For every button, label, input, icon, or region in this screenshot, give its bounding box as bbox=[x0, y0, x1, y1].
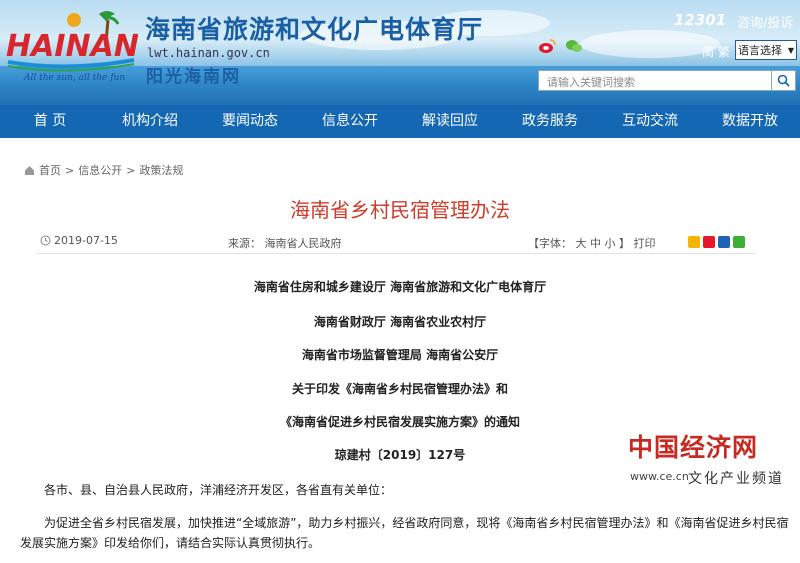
wechat-icon[interactable] bbox=[565, 38, 583, 54]
nav-item-open-data[interactable]: 数据开放 bbox=[700, 105, 800, 138]
clock-icon bbox=[40, 235, 51, 246]
search-button[interactable] bbox=[772, 70, 796, 91]
font-size-options[interactable]: 大 中 小 bbox=[576, 237, 616, 250]
wechat-share-icon[interactable] bbox=[733, 236, 745, 248]
weibo-share-icon[interactable] bbox=[703, 236, 715, 248]
source-label: 来源： bbox=[228, 237, 261, 250]
main-nav: 首 页 机构介绍 要闻动态 信息公开 解读回应 政务服务 互动交流 数据开放 bbox=[0, 105, 800, 138]
svg-text:All the sun, all the fun: All the sun, all the fun bbox=[23, 73, 125, 83]
print-link[interactable]: 打印 bbox=[634, 237, 656, 250]
svg-text:HAINAN: HAINAN bbox=[6, 29, 138, 64]
issuer-line-2: 海南省财政厅 海南省农业农村厅 bbox=[313, 315, 487, 329]
article-recipients: 各市、县、自治县人民政府，洋浦经济开发区，各省直有关单位： bbox=[44, 483, 393, 497]
nav-item-interaction[interactable]: 互动交流 bbox=[600, 105, 700, 138]
article-title: 海南省乡村民宿管理办法 bbox=[290, 198, 510, 222]
language-select[interactable]: 语言选择 ▼ bbox=[735, 40, 797, 60]
share-icons bbox=[688, 236, 745, 248]
chevron-down-icon: ▼ bbox=[787, 45, 794, 55]
search-icon bbox=[777, 74, 790, 87]
language-select-label: 语言选择 bbox=[738, 44, 782, 57]
article-date-text: 2019-07-15 bbox=[54, 234, 118, 247]
font-size-close: 】 bbox=[619, 237, 630, 250]
breadcrumb-separator: > bbox=[126, 163, 136, 177]
home-icon bbox=[25, 165, 34, 175]
article-meta: 2019-07-15 来源： 海南省人民政府 【字体： 大 中 小 】 打印 bbox=[36, 228, 756, 254]
site-header: HAINAN All the sun, all the fun 海南省旅游和文化… bbox=[0, 0, 800, 105]
search-input[interactable]: 请输入关键词搜索 bbox=[538, 70, 772, 91]
nav-item-news[interactable]: 要闻动态 bbox=[200, 105, 300, 138]
consult-complaint-link[interactable]: 咨询/投诉 bbox=[737, 12, 793, 31]
watermark-main-text: 中国经济网 bbox=[628, 433, 759, 462]
nav-item-info-disclosure[interactable]: 信息公开 bbox=[300, 105, 400, 138]
nav-item-gov-services[interactable]: 政务服务 bbox=[500, 105, 600, 138]
breadcrumb-separator: > bbox=[65, 163, 75, 177]
nav-item-organization[interactable]: 机构介绍 bbox=[100, 105, 200, 138]
font-size-label: 【字体： bbox=[528, 237, 572, 250]
breadcrumb: 首页 > 信息公开 > 政策法规 bbox=[24, 162, 183, 178]
breadcrumb-policy[interactable]: 政策法规 bbox=[139, 162, 183, 178]
site-slogan: 阳光海南网 bbox=[146, 67, 241, 87]
issuer-line-1: 海南省住房和城乡建设厅 海南省旅游和文化广电体育厅 bbox=[253, 280, 547, 294]
renren-share-icon[interactable] bbox=[718, 236, 730, 248]
article-body-paragraph: 为促进全省乡村民宿发展，加快推进“全域旅游”，助力乡村振兴，经省政府同意，现将《… bbox=[20, 516, 789, 550]
article-date: 2019-07-15 bbox=[40, 234, 118, 247]
simplified-traditional-toggle[interactable]: 简 繁 bbox=[702, 43, 730, 60]
hotline-number: 12301 bbox=[674, 11, 727, 29]
breadcrumb-home[interactable]: 首页 bbox=[39, 162, 61, 178]
nav-item-home[interactable]: 首 页 bbox=[0, 105, 100, 138]
breadcrumb-info-disclosure[interactable]: 信息公开 bbox=[78, 162, 122, 178]
source-value: 海南省人民政府 bbox=[264, 237, 342, 250]
notice-title-line-1: 关于印发《海南省乡村民宿管理办法》和 bbox=[291, 382, 508, 396]
weibo-icon[interactable] bbox=[538, 38, 556, 54]
hainan-logo[interactable]: HAINAN All the sun, all the fun bbox=[4, 6, 138, 86]
header-cloud bbox=[580, 30, 720, 58]
site-title: 海南省旅游和文化广电体育厅 bbox=[145, 15, 484, 44]
issuer-line-3: 海南省市场监督管理局 海南省公安厅 bbox=[301, 348, 499, 362]
font-size-controls: 【字体： 大 中 小 】 打印 bbox=[528, 235, 656, 251]
nav-item-interpretation[interactable]: 解读回应 bbox=[400, 105, 500, 138]
site-domain: lwt.hainan.gov.cn bbox=[147, 46, 270, 60]
qzone-share-icon[interactable] bbox=[688, 236, 700, 248]
article-source: 来源： 海南省人民政府 bbox=[228, 235, 342, 251]
